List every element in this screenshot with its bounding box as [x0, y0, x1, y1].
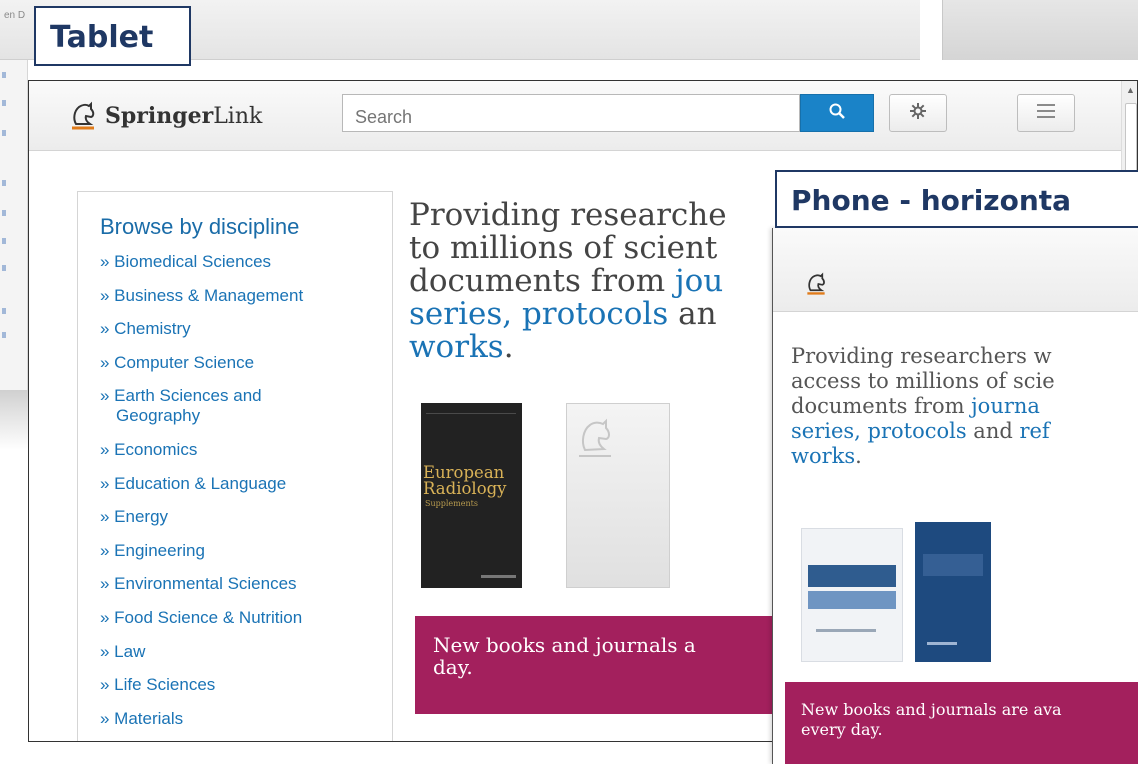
discipline-link[interactable]: » Engineering — [100, 541, 392, 561]
hero-text-span: an — [668, 296, 717, 332]
hero-text-span: . — [503, 329, 514, 365]
cover-graphic — [808, 591, 896, 609]
hero-line: series, protocols and ref — [791, 419, 1138, 444]
european-radiology-cover[interactable]: European Radiology Supplements — [421, 403, 522, 588]
cover-graphic — [923, 554, 983, 576]
search-button[interactable] — [800, 94, 874, 132]
discipline-link[interactable]: » Law — [100, 642, 392, 662]
search-input[interactable] — [342, 94, 800, 132]
discipline-link[interactable]: » Computer Science — [100, 353, 392, 373]
banner-line: every day. — [801, 720, 883, 739]
phone-new-content-banner[interactable]: New books and journals are ava every day… — [785, 682, 1138, 764]
discipline-link[interactable]: » Environmental Sciences — [100, 574, 392, 594]
discipline-link[interactable]: » Materials — [100, 709, 392, 729]
hero-line: works. — [791, 444, 1138, 469]
background-shadow — [0, 390, 28, 450]
discipline-link[interactable]: » Chemistry — [100, 319, 392, 339]
logo-brand-light: Link — [213, 104, 263, 129]
background-desktop-frame — [942, 0, 1138, 60]
hero-line: documents from journa — [791, 394, 1138, 419]
phone-frame-label: Phone - horizonta — [775, 170, 1138, 228]
cover-rule — [481, 575, 516, 578]
phone-frame: Providing researchers w access to millio… — [772, 228, 1138, 764]
menu-button[interactable] — [1017, 94, 1075, 132]
series-protocols-link[interactable]: series, protocols — [409, 296, 668, 332]
book-cover[interactable] — [801, 528, 903, 662]
series-protocols-link[interactable]: series, protocols — [791, 419, 967, 443]
discipline-link[interactable]: » Economics — [100, 440, 392, 460]
banner-line: New books and journals a — [433, 633, 696, 657]
cover-subtitle: Supplements — [425, 499, 478, 508]
search-icon — [828, 102, 846, 125]
scroll-up-arrow-icon[interactable]: ▲ — [1126, 85, 1135, 95]
new-content-banner[interactable]: New books and journals a day. — [415, 616, 795, 714]
discipline-link[interactable]: » Education & Language — [100, 474, 392, 494]
discipline-link-earth-sciences[interactable]: » Earth Sciences and Geography — [100, 386, 392, 426]
hero-text-span: documents from — [791, 394, 972, 418]
discipline-link-line: Geography — [116, 406, 201, 426]
logo-text: SpringerLink — [105, 103, 262, 129]
hero-text-span: . — [855, 444, 862, 468]
hero-line: access to millions of scie — [791, 369, 1055, 393]
browse-title: Browse by discipline — [100, 214, 300, 239]
springer-link-logo[interactable]: SpringerLink — [69, 101, 262, 131]
site-header: SpringerLink — [29, 81, 1137, 151]
browse-by-discipline-panel: Browse by discipline » Biomedical Scienc… — [77, 191, 393, 741]
banner-line: New books and journals are ava — [801, 700, 1062, 719]
discipline-link[interactable]: » Energy — [100, 507, 392, 527]
banner-line: day. — [433, 655, 473, 679]
journals-link[interactable]: journa — [971, 394, 1040, 418]
discipline-link[interactable]: » Food Science & Nutrition — [100, 608, 392, 628]
cover-title-line: Radiology — [423, 479, 507, 498]
discipline-link[interactable]: » Biomedical Sciences — [100, 252, 392, 272]
springer-horse-icon — [69, 101, 97, 131]
hero-line: Providing researchers w — [791, 344, 1052, 368]
settings-button[interactable] — [889, 94, 947, 132]
cover-rule — [426, 413, 516, 414]
background-desktop-sidebar — [0, 60, 28, 390]
cover-graphic — [927, 642, 957, 645]
discipline-link[interactable]: » Life Sciences — [100, 675, 392, 695]
reference-works-link[interactable]: ref — [1019, 419, 1049, 443]
book-cover[interactable] — [915, 522, 991, 662]
cover-graphic — [808, 565, 896, 587]
background-nav-fragment: en D — [4, 10, 26, 21]
discipline-link-line: » Earth Sciences and — [100, 386, 262, 406]
logo-brand-bold: Springer — [105, 103, 214, 129]
hamburger-menu-icon — [1036, 103, 1056, 124]
hero-text-span: and — [966, 419, 1020, 443]
reference-works-link[interactable]: works — [791, 444, 855, 468]
phone-hero-text: Providing researchers w access to millio… — [791, 344, 1138, 469]
tablet-frame-label: Tablet — [34, 6, 191, 66]
journals-link[interactable]: jou — [675, 263, 723, 299]
placeholder-cover[interactable] — [566, 403, 670, 588]
cover-graphic — [816, 629, 876, 632]
reference-works-link[interactable]: works — [409, 329, 504, 365]
hero-text-span: documents from — [409, 263, 675, 299]
cover-title: European Radiology — [423, 464, 507, 498]
discipline-link[interactable]: » Business & Management — [100, 286, 392, 306]
discipline-list: » Biomedical Sciences » Business & Manag… — [100, 252, 392, 729]
phone-header — [773, 228, 1138, 312]
gear-icon — [909, 102, 927, 125]
